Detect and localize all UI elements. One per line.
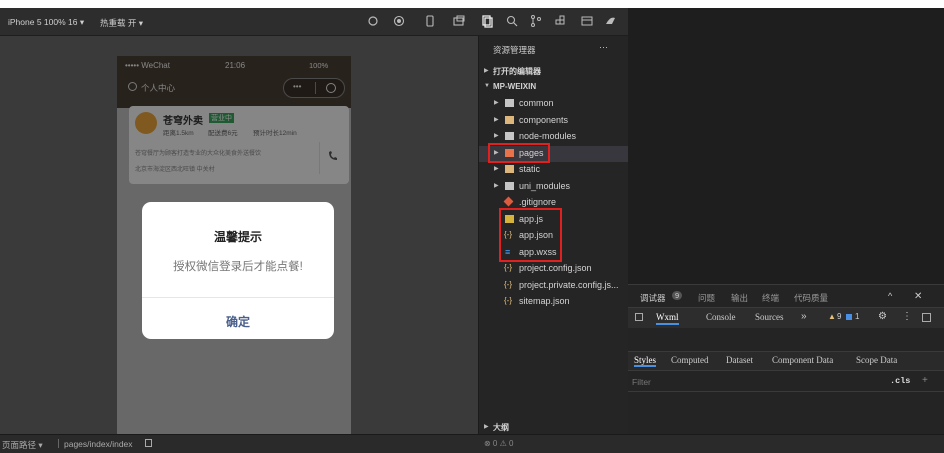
layout-icon[interactable] — [580, 14, 594, 28]
record-icon[interactable] — [392, 14, 406, 28]
chevron-right-icon: ▶ — [494, 166, 499, 172]
tree-item-project-config[interactable]: {-} project.config.json — [479, 261, 629, 278]
folder-icon — [505, 115, 514, 124]
add-style-button[interactable]: + — [922, 375, 928, 386]
chevron-up-icon[interactable]: ^ — [888, 291, 892, 301]
tab-terminal[interactable]: 终端 — [762, 292, 779, 304]
tab-styles[interactable]: Styles — [634, 355, 657, 367]
copy-icon[interactable] — [145, 439, 152, 447]
error-count: 1 — [855, 312, 860, 321]
tab-output[interactable]: 输出 — [731, 292, 748, 304]
tree-item-uni-modules[interactable]: ▶ uni_modules — [479, 179, 629, 196]
chevron-right-icon: ▶ — [494, 116, 499, 123]
tree-item-sitemap[interactable]: {-} sitemap.json — [479, 294, 629, 311]
tree-item-common[interactable]: ▶ common — [479, 96, 629, 113]
tab-computed[interactable]: Computed — [671, 355, 709, 365]
page-path-label[interactable]: 页面路径 ▾ — [2, 439, 43, 451]
tab-code-quality[interactable]: 代码质量 — [794, 292, 828, 304]
window-icon[interactable] — [452, 14, 466, 28]
devtools-subtab-bar: Wxml Console Sources » ▲ 9 1 ⚙ ⋮ — [628, 307, 944, 329]
phone-preview-icon[interactable] — [423, 14, 437, 28]
tree-item-components[interactable]: ▶ components — [479, 113, 629, 130]
subtab-sources[interactable]: Sources — [755, 312, 784, 322]
chevron-right-icon: ▶ — [494, 182, 499, 189]
chevron-down-icon: ▼ — [484, 83, 490, 89]
error-icon — [846, 314, 852, 320]
alert-dialog: 温馨提示 授权微信登录后才能点餐! 确定 — [142, 202, 334, 339]
refresh-icon[interactable] — [366, 14, 380, 28]
explorer-more-button[interactable]: ··· — [599, 42, 608, 52]
tree-item-project-private-config[interactable]: {-} project.private.config.js... — [479, 278, 629, 295]
window-top-strip — [0, 0, 944, 8]
tab-scope-data[interactable]: Scope Data — [856, 355, 897, 365]
status-bar: 页面路径 ▾ pages/index/index ⊗ 0 ⚠ 0 — [0, 434, 944, 453]
files-icon[interactable] — [480, 14, 494, 28]
more-tabs-button[interactable]: » — [801, 311, 807, 322]
highlight-box-pages — [488, 143, 550, 163]
dialog-title: 温馨提示 — [213, 230, 262, 244]
cloud-icon[interactable] — [603, 14, 617, 28]
tab-problems[interactable]: 问题 — [698, 292, 715, 304]
warning-count: 9 — [837, 312, 842, 321]
confirm-button[interactable]: 确定 — [142, 313, 334, 330]
hot-reload-toggle[interactable]: 热重载 开 ▾ — [100, 17, 143, 29]
warning-icon: ▲ — [828, 312, 836, 321]
problem-counts[interactable]: ⊗ 0 ⚠ 0 — [484, 439, 513, 448]
styles-filter-input[interactable]: Filter — [632, 377, 651, 387]
subtab-wxml[interactable]: Wxml — [656, 312, 679, 325]
page-path: pages/index/index — [64, 439, 133, 449]
chevron-right-icon: ▶ — [494, 133, 499, 139]
folder-icon — [505, 132, 514, 140]
gear-icon[interactable]: ⚙ — [878, 311, 887, 322]
device-selector[interactable]: iPhone 5 100% 16 ▾ — [8, 17, 84, 28]
devtools-panel: 调试器 9 问题 输出 终端 代码质量 ^ ✕ Wxml Console Sou… — [628, 284, 944, 435]
source-control-icon[interactable] — [529, 14, 543, 28]
styles-tab-bar: Styles Computed Dataset Component Data S… — [628, 351, 944, 371]
dialog-divider — [142, 297, 334, 298]
extensions-icon[interactable] — [554, 14, 568, 28]
tab-dataset[interactable]: Dataset — [726, 355, 753, 365]
kebab-menu-icon[interactable]: ⋮ — [902, 311, 912, 322]
filter-divider — [628, 391, 944, 392]
dock-icon[interactable] — [922, 313, 931, 322]
debugger-count-badge: 9 — [672, 291, 683, 300]
chevron-right-icon: ▶ — [484, 424, 489, 430]
editor-area — [628, 8, 944, 284]
wxml-tree-area — [628, 328, 944, 350]
simulator-toolbar: iPhone 5 100% 16 ▾ 热重载 开 ▾ — [0, 8, 628, 36]
tree-item-static[interactable]: ▶ static — [479, 162, 629, 179]
inspect-element-icon[interactable] — [635, 313, 643, 321]
cls-toggle[interactable]: .cls — [890, 376, 910, 386]
git-icon — [503, 196, 514, 207]
status-divider — [58, 439, 59, 448]
chevron-right-icon: ▶ — [494, 100, 499, 106]
json-file-icon: {-} — [504, 263, 513, 272]
folder-icon — [505, 181, 514, 190]
json-file-icon: {-} — [504, 296, 513, 305]
search-icon[interactable] — [505, 14, 519, 28]
file-explorer: 资源管理器 ··· ▶ 打开的编辑器 ▼ MP-WEIXIN ▶ common … — [478, 36, 629, 434]
tab-debugger[interactable]: 调试器 — [640, 292, 666, 304]
subtab-console[interactable]: Console — [706, 312, 736, 322]
project-section[interactable]: ▼ MP-WEIXIN — [479, 80, 629, 97]
folder-icon — [505, 165, 514, 173]
explorer-header: 资源管理器 — [493, 45, 536, 55]
dialog-message: 授权微信登录后才能点餐! — [173, 261, 303, 273]
open-editors-section[interactable]: ▶ 打开的编辑器 — [479, 64, 629, 81]
close-icon[interactable]: ✕ — [914, 291, 922, 302]
highlight-box-app-files — [499, 208, 562, 262]
folder-icon — [505, 99, 514, 107]
json-file-icon: {-} — [504, 279, 513, 289]
chevron-right-icon: ▶ — [484, 68, 489, 74]
tab-component-data[interactable]: Component Data — [772, 355, 833, 365]
